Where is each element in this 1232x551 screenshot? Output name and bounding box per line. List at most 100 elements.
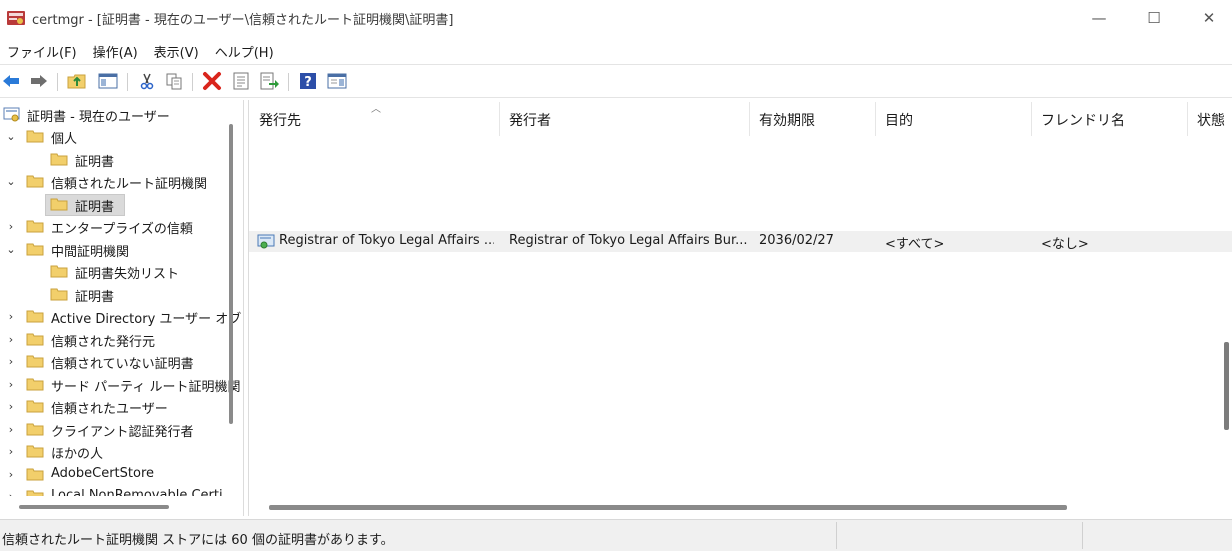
- tree-item-trusted-root[interactable]: ⌄ 信頼されたルート証明機関: [0, 171, 226, 193]
- tree-item-intermediate[interactable]: ⌄ 中間証明機関: [0, 239, 226, 261]
- properties-icon: [233, 72, 249, 90]
- toolbar: ?: [0, 64, 1232, 98]
- cell-issued-to: Registrar of Tokyo Legal Affairs ...: [279, 233, 494, 248]
- list-horizontal-scrollbar[interactable]: [269, 505, 1067, 510]
- tree-item-enterprise-trust[interactable]: › エンタープライズの信頼: [0, 216, 226, 238]
- menu-view[interactable]: 表示(V): [147, 38, 208, 62]
- column-header-expiration[interactable]: 有効期限: [749, 100, 875, 138]
- forward-button[interactable]: [28, 70, 50, 92]
- tree-root[interactable]: 証明書 - 現在のユーザー: [0, 104, 226, 126]
- menu-file[interactable]: ファイル(F): [0, 38, 86, 62]
- tree-item-trusted-root-certificates[interactable]: 証明書: [0, 194, 226, 216]
- toolbar-separator: [127, 73, 128, 91]
- tree-item-label: AdobeCertStore: [51, 466, 154, 481]
- chevron-right-icon[interactable]: ›: [5, 379, 17, 391]
- chevron-right-icon[interactable]: ›: [5, 446, 17, 458]
- show-hide-action-pane-button[interactable]: [326, 70, 348, 92]
- certificate-list[interactable]: 発行先 ︿ 発行者 有効期限 目的 フレンドリ名 状態 Registrar of…: [248, 100, 1232, 516]
- up-folder-icon: [67, 74, 86, 89]
- tree-item-adobe-cert-store[interactable]: › AdobeCertStore: [0, 464, 226, 486]
- maximize-icon: ☐: [1147, 9, 1161, 27]
- chevron-right-icon[interactable]: ›: [5, 221, 17, 233]
- column-header-purposes[interactable]: 目的: [875, 100, 1031, 138]
- chevron-right-icon[interactable]: ›: [5, 491, 17, 497]
- tree-item-active-directory[interactable]: › Active Directory ユーザー オブ: [0, 306, 241, 328]
- chevron-right-icon[interactable]: ›: [5, 401, 17, 413]
- action-pane-icon: [327, 73, 347, 89]
- tree-horizontal-scrollbar[interactable]: [19, 505, 169, 509]
- up-one-level-button[interactable]: [66, 70, 88, 92]
- close-button[interactable]: ✕: [1186, 0, 1232, 36]
- chevron-down-icon[interactable]: ⌄: [5, 244, 17, 256]
- column-header-friendly-name[interactable]: フレンドリ名: [1031, 100, 1187, 138]
- copy-icon: [166, 73, 182, 90]
- folder-icon: [50, 198, 68, 211]
- properties-button[interactable]: [230, 70, 252, 92]
- chevron-right-icon[interactable]: ›: [5, 334, 17, 346]
- export-list-button[interactable]: [259, 70, 281, 92]
- tree-item-local-nonremovable[interactable]: › Local NonRemovable Certi: [0, 486, 226, 496]
- chevron-down-icon[interactable]: ⌄: [5, 176, 17, 188]
- help-icon: ?: [300, 73, 316, 90]
- status-divider: [836, 522, 837, 549]
- column-header-label: 発行者: [509, 113, 551, 129]
- tree-item-crl[interactable]: 証明書失効リスト: [0, 261, 226, 283]
- certificate-icon: [257, 234, 275, 249]
- delete-icon: [203, 72, 221, 90]
- tree-item-label: 信頼された発行元: [51, 335, 156, 350]
- column-header-label: 状態: [1197, 113, 1225, 129]
- column-header-issued-to[interactable]: 発行先 ︿: [249, 100, 499, 138]
- toolbar-separator: [288, 73, 289, 91]
- help-button[interactable]: ?: [297, 70, 319, 92]
- folder-icon: [26, 400, 44, 413]
- tree-item-label: Local NonRemovable Certi: [51, 488, 223, 496]
- tree-item-trusted-people[interactable]: › 信頼されたユーザー: [0, 396, 226, 418]
- minimize-button[interactable]: —: [1076, 0, 1122, 36]
- chevron-right-icon[interactable]: ›: [5, 311, 17, 323]
- chevron-right-icon[interactable]: ›: [5, 356, 17, 368]
- list-vertical-scrollbar[interactable]: [1224, 342, 1229, 430]
- tree-item-intermediate-certificates[interactable]: 証明書: [0, 284, 226, 306]
- cut-button[interactable]: [136, 70, 158, 92]
- toolbar-separator: [192, 73, 193, 91]
- toolbar-separator: [57, 73, 58, 91]
- tree-item-third-party-root[interactable]: › サード パーティ ルート証明機関: [0, 374, 241, 396]
- folder-icon: [26, 333, 44, 346]
- column-header-issued-by[interactable]: 発行者: [499, 100, 749, 138]
- tree-item-personal[interactable]: ⌄ 個人: [0, 126, 226, 148]
- folder-icon: [26, 445, 44, 458]
- tree-item-client-auth-issuers[interactable]: › クライアント認証発行者: [0, 419, 226, 441]
- copy-button[interactable]: [163, 70, 185, 92]
- tree-item-personal-certificates[interactable]: 証明書: [0, 149, 226, 171]
- folder-icon: [50, 153, 68, 166]
- tree-vertical-scrollbar[interactable]: [229, 124, 233, 424]
- tree-item-label: 信頼されていない証明書: [51, 357, 194, 372]
- tree-item-label: Active Directory ユーザー オブ: [51, 312, 242, 327]
- tree-item-other-people[interactable]: › ほかの人: [0, 441, 226, 463]
- menu-help[interactable]: ヘルプ(H): [208, 38, 283, 62]
- tree-item-trusted-publishers[interactable]: › 信頼された発行元: [0, 329, 226, 351]
- folder-icon: [50, 288, 68, 301]
- folder-icon: [26, 490, 44, 496]
- show-hide-tree-button[interactable]: [97, 70, 119, 92]
- chevron-right-icon[interactable]: ›: [5, 424, 17, 436]
- column-header-status[interactable]: 状態: [1187, 100, 1232, 138]
- maximize-button[interactable]: ☐: [1131, 0, 1177, 36]
- close-icon: ✕: [1202, 9, 1216, 27]
- menu-action[interactable]: 操作(A): [86, 38, 147, 62]
- show-hide-tree-icon: [98, 73, 118, 89]
- tree-item-untrusted[interactable]: › 信頼されていない証明書: [0, 351, 226, 373]
- certificate-store-icon: [3, 107, 20, 122]
- chevron-right-icon[interactable]: ›: [5, 469, 17, 481]
- chevron-down-icon[interactable]: ⌄: [5, 131, 17, 143]
- folder-icon: [26, 220, 44, 233]
- console-tree[interactable]: 証明書 - 現在のユーザー ⌄ 個人 証明書 ⌄ 信頼されたルート証明機関 証明…: [0, 100, 244, 516]
- minimize-icon: —: [1091, 9, 1107, 27]
- delete-button[interactable]: [201, 70, 223, 92]
- status-bar: 信頼されたルート証明機関 ストアには 60 個の証明書があります。: [0, 519, 1232, 551]
- menu-bar: ファイル(F) 操作(A) 表示(V) ヘルプ(H): [0, 38, 1232, 62]
- forward-icon: [31, 75, 47, 87]
- column-header-label: フレンドリ名: [1041, 113, 1125, 129]
- back-button[interactable]: [0, 70, 22, 92]
- tree-item-label: 中間証明機関: [51, 245, 130, 260]
